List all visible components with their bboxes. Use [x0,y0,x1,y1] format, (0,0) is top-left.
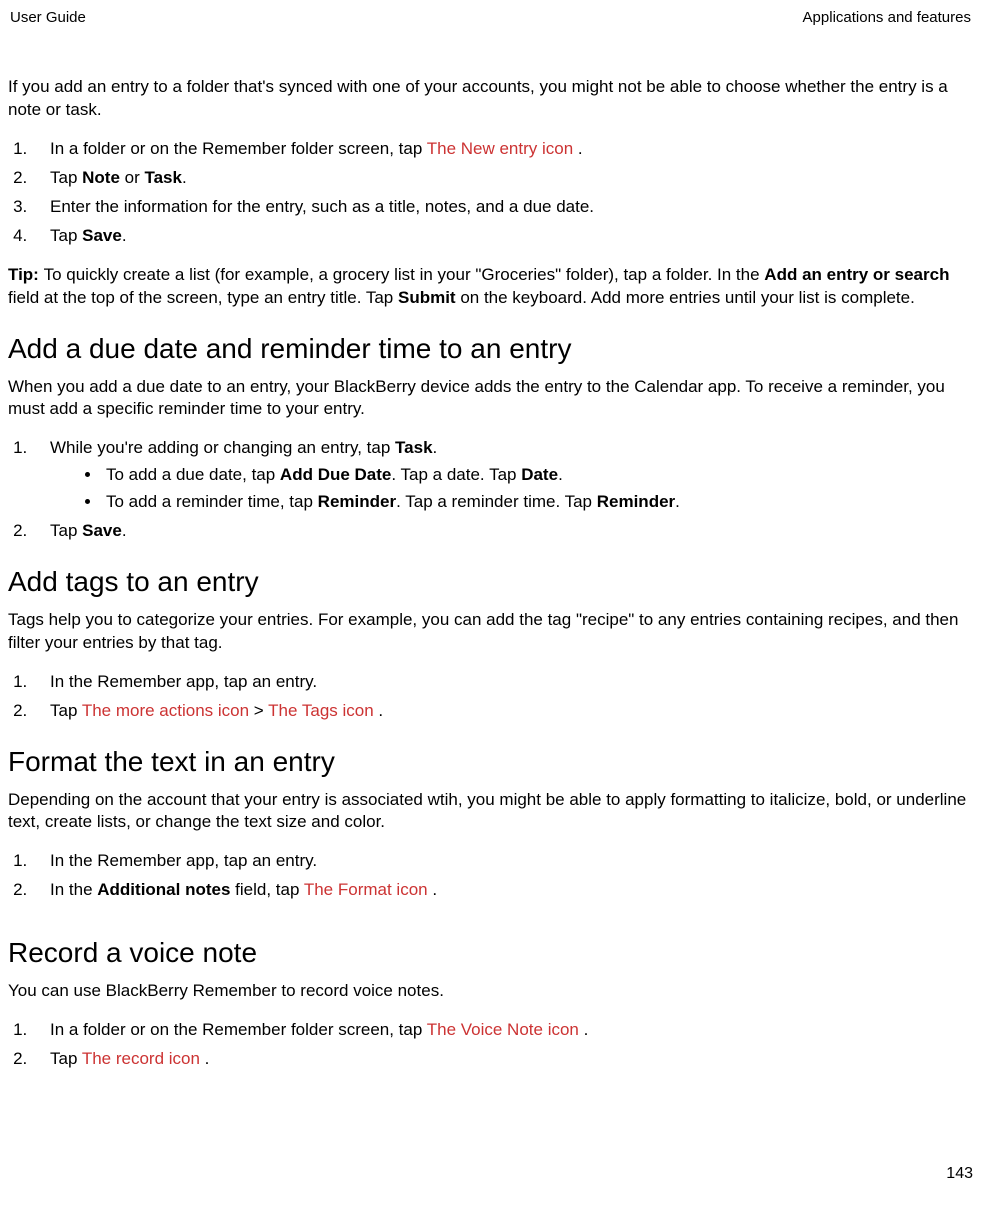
tip-text: on the keyboard. Add more entries until … [456,288,915,307]
step-text: Tap [50,521,82,540]
step-text: . [573,139,582,158]
bullet-item: To add a reminder time, tap Reminder. Ta… [102,491,969,514]
bullet-text: . [558,465,563,484]
step-text: . [428,880,437,899]
bullet-item: To add a due date, tap Add Due Date. Tap… [102,464,969,487]
bold-text: Submit [398,288,456,307]
heading-due-date: Add a due date and reminder time to an e… [8,330,969,368]
step-text: Tap [50,1049,82,1068]
bullet-text: To add a reminder time, tap [106,492,318,511]
step-item: Tap Note or Task. [32,167,969,190]
bullet-text: . [675,492,680,511]
step-item: Tap Save. [32,225,969,248]
bold-text: Additional notes [97,880,230,899]
step-text: Tap [50,701,82,720]
step-item: Tap The record icon . [32,1048,969,1071]
step-item: In a folder or on the Remember folder sc… [32,138,969,161]
due-paragraph: When you add a due date to an entry, you… [8,376,969,422]
bullet-text: . Tap a date. Tap [391,465,521,484]
step-text: field, tap [230,880,303,899]
bold-text: Reminder [318,492,396,511]
bold-text: Save [82,521,122,540]
header-right: Applications and features [803,8,971,28]
header-left: User Guide [10,8,86,28]
step-item: While you're adding or changing an entry… [32,437,969,514]
step-text: Tap [50,168,82,187]
step-text: . [200,1049,209,1068]
steps-voice: In a folder or on the Remember folder sc… [8,1019,969,1071]
voice-paragraph: You can use BlackBerry Remember to recor… [8,980,969,1003]
step-text: In the [50,880,97,899]
bold-text: Task [144,168,182,187]
step-text: In a folder or on the Remember folder sc… [50,139,427,158]
step-text: In a folder or on the Remember folder sc… [50,1020,427,1039]
step-item: In the Remember app, tap an entry. [32,671,969,694]
bold-text: Note [82,168,120,187]
step-text: Tap [50,226,82,245]
step-text: . [579,1020,588,1039]
heading-tags: Add tags to an entry [8,563,969,601]
new-entry-icon: The New entry icon [427,139,573,158]
step-text: . [374,701,383,720]
tags-paragraph: Tags help you to categorize your entries… [8,609,969,655]
page-header: User Guide Applications and features [8,8,973,28]
steps-tags: In the Remember app, tap an entry. Tap T… [8,671,969,723]
steps-create-entry: In a folder or on the Remember folder sc… [8,138,969,248]
step-item: Enter the information for the entry, suc… [32,196,969,219]
format-paragraph: Depending on the account that your entry… [8,789,969,835]
bold-text: Task [395,438,433,457]
step-item: Tap Save. [32,520,969,543]
heading-format: Format the text in an entry [8,743,969,781]
step-text: . [182,168,187,187]
tip-text: field at the top of the screen, type an … [8,288,398,307]
bullet-text: . Tap a reminder time. Tap [396,492,597,511]
bold-text: Add Due Date [280,465,391,484]
step-text: . [433,438,438,457]
step-text: or [120,168,145,187]
more-actions-icon: The more actions icon [82,701,249,720]
page-content: If you add an entry to a folder that's s… [8,76,973,1071]
step-text: > [249,701,268,720]
step-item: In the Additional notes field, tap The F… [32,879,969,902]
step-item: In the Remember app, tap an entry. [32,850,969,873]
format-icon: The Format icon [304,880,428,899]
bold-text: Reminder [597,492,675,511]
intro-paragraph: If you add an entry to a folder that's s… [8,76,969,122]
step-text: While you're adding or changing an entry… [50,438,395,457]
step-text: . [122,521,127,540]
sub-bullets: To add a due date, tap Add Due Date. Tap… [50,464,969,514]
step-item: In a folder or on the Remember folder sc… [32,1019,969,1042]
steps-format: In the Remember app, tap an entry. In th… [8,850,969,902]
step-item: Tap The more actions icon > The Tags ico… [32,700,969,723]
bold-text: Add an entry or search [764,265,949,284]
page-number: 143 [946,1163,973,1185]
tip-label: Tip: [8,265,44,284]
voice-note-icon: The Voice Note icon [427,1020,579,1039]
tip-paragraph: Tip: To quickly create a list (for examp… [8,264,969,310]
record-icon: The record icon [82,1049,200,1068]
heading-voice: Record a voice note [8,934,969,972]
tags-icon: The Tags icon [268,701,374,720]
bold-text: Save [82,226,122,245]
step-text: . [122,226,127,245]
bold-text: Date [521,465,558,484]
bullet-text: To add a due date, tap [106,465,280,484]
tip-text: To quickly create a list (for example, a… [44,265,765,284]
steps-due-date: While you're adding or changing an entry… [8,437,969,543]
